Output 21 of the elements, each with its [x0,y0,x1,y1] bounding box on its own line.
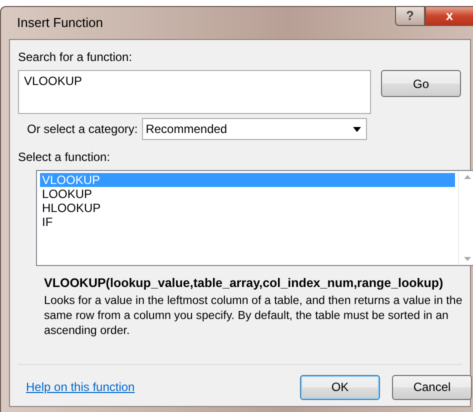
search-label: Search for a function: [18,50,132,64]
function-signature: VLOOKUP(lookup_value,table_array,col_index_num,range_lookup) [44,276,444,290]
function-list-label: Select a function: [18,150,110,164]
help-link[interactable]: Help on this function [26,378,300,396]
function-list-item[interactable]: HLOOKUP [40,201,455,215]
search-field[interactable]: VLOOKUP [18,70,371,114]
ok-button[interactable]: OK [300,374,380,400]
scroll-down-icon[interactable] [464,257,470,261]
close-button[interactable]: x [425,6,473,26]
category-label: Or select a category: [27,121,138,138]
window-title: Insert Function [17,14,103,32]
function-list[interactable]: VLOOKUP LOOKUP HLOOKUP IF [36,170,473,266]
scroll-up-icon[interactable] [464,175,470,179]
function-list-item[interactable]: IF [40,215,455,229]
category-dropdown[interactable]: Recommended [142,118,367,140]
function-description: Looks for a value in the leftmost column of a table, and then returns a value in the same row from a column you specify. By default, the table must be sorted in an ascending order. [44,292,464,338]
cancel-button[interactable]: Cancel [392,374,472,400]
help-button[interactable]: ? [395,6,425,26]
function-list-item[interactable]: LOOKUP [40,187,455,201]
go-button[interactable]: Go [381,70,461,97]
dropdown-arrow-icon [352,126,361,132]
